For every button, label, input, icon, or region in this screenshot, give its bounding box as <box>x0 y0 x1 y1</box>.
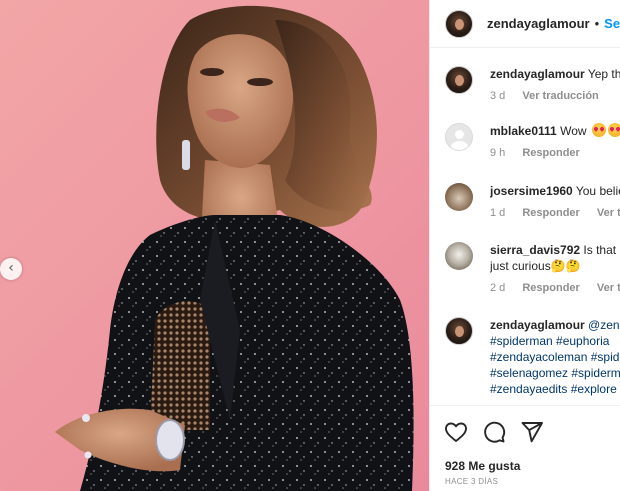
comment-text: Wow <box>560 124 587 138</box>
hashtag-line[interactable]: #selenagomez #spiderman <box>490 365 620 381</box>
commenter-avatar[interactable] <box>445 183 473 211</box>
hashtag-line[interactable]: #zendayaedits #explore <box>490 381 620 397</box>
author-avatar[interactable] <box>445 9 473 38</box>
comment-time: 3 d <box>490 90 506 102</box>
comment-mention[interactable]: @zendaya <box>588 318 620 332</box>
heart-eyes-emoji-icon <box>591 123 606 137</box>
comment-username[interactable]: zendayaglamour <box>490 67 585 81</box>
commenter-avatar[interactable] <box>445 66 473 94</box>
comment-text-line-2: just curious🤔🤔 <box>490 259 581 273</box>
post-header: zendayaglamour • Seguir <box>430 0 620 48</box>
comment-body: zendayaglamour @zendaya #spiderman #euph… <box>490 317 620 397</box>
comment-body: mblake0111 Wow 9 h Responder <box>490 123 620 161</box>
comment-body: josersime1960 You believe 1 d Responder … <box>490 183 620 221</box>
comment-list[interactable]: zendayaglamour Yep that's her 3 d Ver tr… <box>430 49 620 405</box>
comment-username[interactable]: sierra_davis792 <box>490 243 580 257</box>
post-footer: 928 Me gusta HACE 3 DÍAS <box>430 405 620 491</box>
commenter-avatar[interactable] <box>445 123 473 151</box>
comment-body: sierra_davis792 Is that real? just curio… <box>490 242 620 296</box>
post-image <box>55 5 414 491</box>
reply-button[interactable]: Responder <box>522 207 579 219</box>
comment-time: 2 d <box>490 282 506 294</box>
hashtag-line[interactable]: #zendayacoleman #spiderman <box>490 349 620 365</box>
header-separator: • <box>594 16 600 31</box>
comment-text: Yep that's her <box>587 67 620 81</box>
share-icon[interactable] <box>520 420 544 444</box>
heart-icon[interactable] <box>444 420 468 444</box>
heart-eyes-emoji-icon <box>607 123 620 137</box>
see-translation-button[interactable]: Ver traducción <box>597 207 620 219</box>
comment-text: Is that real? <box>583 243 620 257</box>
see-translation-button[interactable]: Ver traducción <box>522 90 598 102</box>
post-photo: ‹ <box>0 0 429 491</box>
like-count[interactable]: 928 Me gusta <box>445 459 520 473</box>
see-translation-button[interactable]: Ver traducción <box>597 282 620 294</box>
comment-body: zendayaglamour Yep that's her 3 d Ver tr… <box>490 66 620 104</box>
author-username[interactable]: zendayaglamour <box>487 16 590 31</box>
comment-icon[interactable] <box>482 420 506 444</box>
hashtag-line[interactable]: #spiderman #euphoria <box>490 333 620 349</box>
commenter-avatar[interactable] <box>445 317 473 345</box>
post-side-panel: zendayaglamour • Seguir zendayaglamour Y… <box>429 0 620 491</box>
reply-button[interactable]: Responder <box>522 282 579 294</box>
comment-username[interactable]: josersime1960 <box>490 184 573 198</box>
comment-text: You believe <box>575 184 620 198</box>
chevron-left-icon: ‹ <box>8 260 14 276</box>
comment-username[interactable]: zendayaglamour <box>490 318 585 332</box>
comment-username[interactable]: mblake0111 <box>490 124 557 138</box>
commenter-avatar[interactable] <box>445 242 473 270</box>
reply-button[interactable]: Responder <box>522 147 579 159</box>
comment-time: 1 d <box>490 207 506 219</box>
comment-time: 9 h <box>490 147 506 159</box>
carousel-prev-button[interactable]: ‹ <box>0 258 22 280</box>
follow-button[interactable]: Seguir <box>604 16 620 31</box>
action-bar <box>444 420 544 444</box>
post-timestamp: HACE 3 DÍAS <box>445 477 499 486</box>
